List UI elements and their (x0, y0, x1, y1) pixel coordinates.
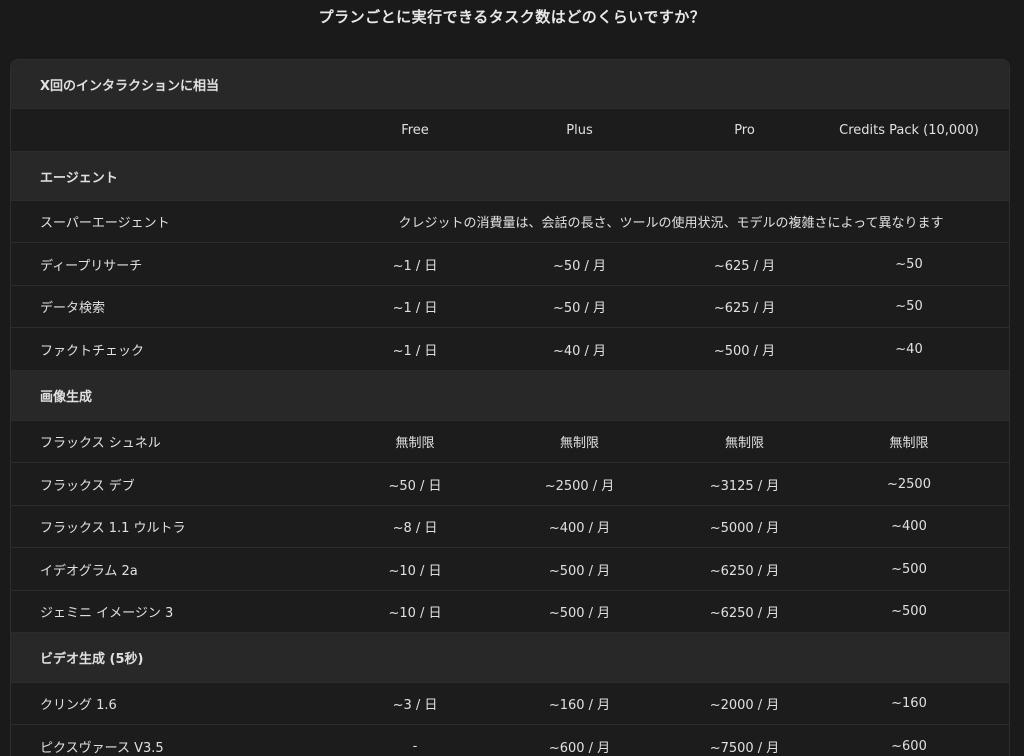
cell-pro: ~6250 / 月 (709, 606, 780, 621)
group-label: エージェント (40, 170, 118, 186)
table-row: ファクトチェック ~1 / 日 ~40 / 月 ~500 / 月 ~40 (11, 328, 1009, 371)
group-row-agents: エージェント (11, 152, 1009, 201)
table-row: ピクスヴァース V3.5 - ~600 / 月 ~7500 / 月 ~600 (11, 725, 1009, 756)
cell-plus: ~600 / 月 (548, 740, 611, 756)
cell-free: ~50 / 日 (388, 478, 442, 494)
cell-free: ~8 / 日 (392, 521, 438, 536)
cell-pro: ~6250 / 月 (709, 563, 780, 579)
cell-pro: ~5000 / 月 (709, 521, 780, 536)
cell-pro: ~3125 / 月 (709, 478, 780, 494)
group-row-video-generation: ビデオ生成 (5秒) (11, 633, 1009, 683)
task-count-table: X回のインタラクションに相当 Free Plus Pro Credits Pac… (10, 59, 1010, 756)
row-label: データ検索 (40, 301, 106, 316)
cell-credits: ~50 (895, 256, 923, 272)
table-header-row: Free Plus Pro Credits Pack (10,000) (11, 109, 1009, 152)
group-row-image-generation: 画像生成 (11, 371, 1009, 421)
row-label: イデオグラム 2a (40, 563, 138, 579)
cell-plus: ~160 / 月 (548, 698, 611, 713)
row-label: ジェミニ イメージン 3 (40, 606, 174, 621)
cell-plus: ~40 / 月 (552, 343, 607, 359)
table-row: フラックス 1.1 ウルトラ ~8 / 日 ~400 / 月 ~5000 / 月… (11, 506, 1009, 548)
cell-free: 無制限 (395, 436, 435, 451)
cell-plus: ~400 / 月 (548, 521, 611, 536)
table-row: クリング 1.6 ~3 / 日 ~160 / 月 ~2000 / 月 ~160 (11, 683, 1009, 725)
row-label: スーパーエージェント (40, 216, 170, 231)
table-row: ディープリサーチ ~1 / 日 ~50 / 月 ~625 / 月 ~50 (11, 243, 1009, 286)
row-label: ディープリサーチ (40, 258, 143, 274)
row-label: フラックス シュネル (40, 436, 161, 451)
row-label: ファクトチェック (40, 343, 145, 359)
header-free: Free (401, 122, 429, 138)
table-row: フラックス デブ ~50 / 日 ~2500 / 月 ~3125 / 月 ~25… (11, 463, 1009, 506)
row-label: ピクスヴァース V3.5 (40, 740, 164, 756)
row-label: フラックス 1.1 ウルトラ (40, 521, 186, 536)
cell-plus: ~50 / 月 (552, 258, 607, 274)
cell-free: ~1 / 日 (392, 343, 438, 359)
cell-credits: ~600 (891, 738, 927, 754)
row-label: クリング 1.6 (40, 698, 117, 713)
cell-pro: ~625 / 月 (713, 258, 776, 274)
cell-pro: 無制限 (724, 436, 764, 451)
cell-free: ~1 / 日 (392, 301, 438, 316)
cell-free: - (412, 738, 418, 754)
cell-plus: ~2500 / 月 (544, 478, 615, 494)
cell-pro: ~7500 / 月 (709, 740, 780, 756)
cell-free: ~1 / 日 (392, 258, 438, 274)
table-row: スーパーエージェント クレジットの消費量は、会話の長さ、ツールの使用状況、モデル… (11, 201, 1009, 243)
cell-credits: ~500 (891, 604, 927, 619)
table-caption-row: X回のインタラクションに相当 (11, 60, 1009, 109)
cell-credits: ~400 (891, 519, 927, 534)
cell-plus: ~50 / 月 (552, 301, 607, 316)
cell-credits: ~40 (895, 341, 923, 357)
header-pro: Pro (734, 122, 755, 138)
cell-credits: ~2500 (887, 476, 931, 492)
table-row: イデオグラム 2a ~10 / 日 ~500 / 月 ~6250 / 月 ~50… (11, 548, 1009, 591)
header-plus: Plus (566, 122, 593, 138)
cell-pro: ~2000 / 月 (709, 698, 780, 713)
cell-pro: ~500 / 月 (713, 343, 776, 359)
pricing-page: プランごとに実行できるタスク数はどのくらいですか？ X回のインタラクションに相当… (0, 0, 1024, 756)
cell-free: ~3 / 日 (392, 698, 438, 713)
cell-free: ~10 / 日 (388, 563, 442, 579)
cell-plus: ~500 / 月 (548, 563, 611, 579)
cell-credits: ~50 (895, 299, 923, 314)
group-label: ビデオ生成 (5秒) (40, 652, 144, 667)
table-caption: X回のインタラクションに相当 (40, 78, 220, 94)
page-title: プランごとに実行できるタスク数はどのくらいですか？ (318, 8, 706, 26)
cell-credits: ~500 (891, 561, 927, 577)
cell-credits: 無制限 (889, 436, 929, 451)
group-label: 画像生成 (40, 390, 93, 405)
cell-pro: ~625 / 月 (713, 301, 776, 316)
cell-credits: ~160 (891, 696, 927, 711)
cell-plus: 無制限 (559, 436, 599, 451)
table-row: データ検索 ~1 / 日 ~50 / 月 ~625 / 月 ~50 (11, 286, 1009, 328)
span-note: クレジットの消費量は、会話の長さ、ツールの使用状況、モデルの複雑さによって異なり… (398, 216, 944, 231)
table-row: フラックス シュネル 無制限 無制限 無制限 無制限 (11, 421, 1009, 463)
cell-plus: ~500 / 月 (548, 606, 611, 621)
header-credits-pack: Credits Pack (10,000) (839, 122, 979, 138)
cell-free: ~10 / 日 (388, 606, 442, 621)
row-label: フラックス デブ (40, 478, 135, 494)
table-row: ジェミニ イメージン 3 ~10 / 日 ~500 / 月 ~6250 / 月 … (11, 591, 1009, 633)
